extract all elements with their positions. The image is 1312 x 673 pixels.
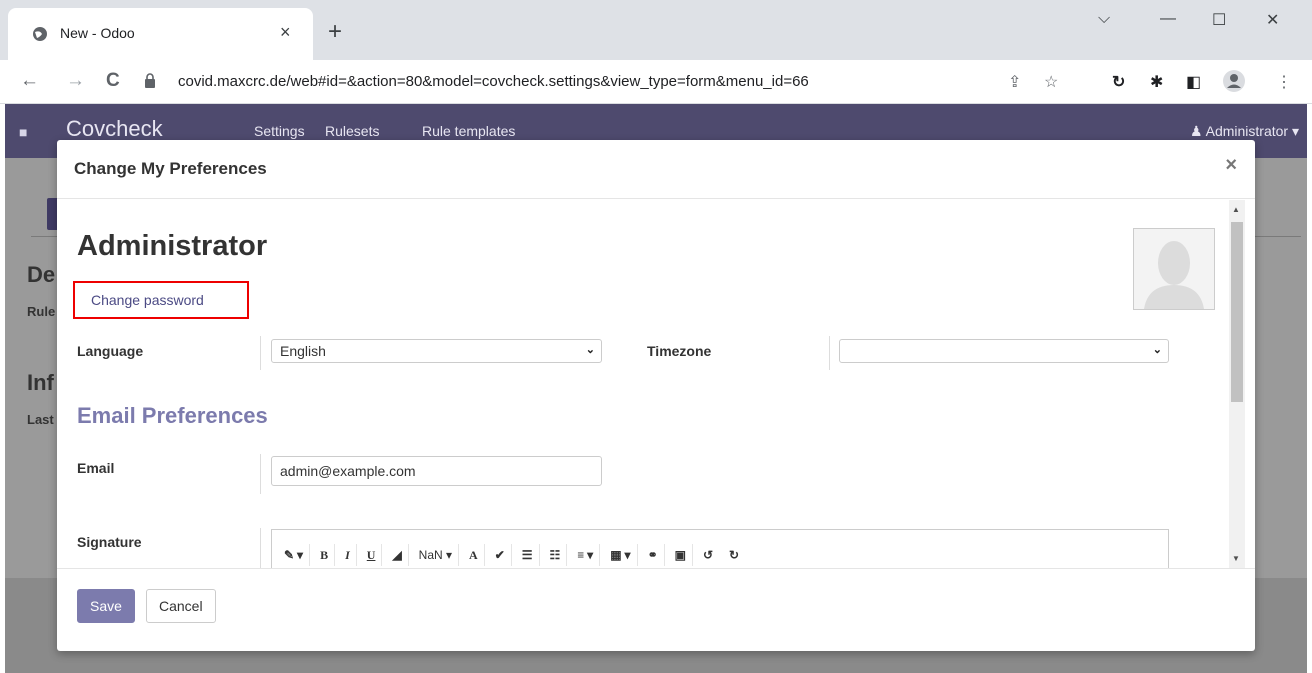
separator — [829, 336, 830, 370]
close-icon[interactable]: × — [1225, 154, 1237, 177]
language-value: English — [280, 343, 326, 359]
browser-toolbar: ← → C covid.maxcrc.de/web#id=&action=80&… — [0, 60, 1312, 104]
style-button[interactable]: ✎ ▾ — [278, 544, 311, 566]
reload-button[interactable]: C — [106, 70, 120, 92]
chevron-down-icon: ⌄ — [1152, 344, 1162, 356]
scroll-up-icon[interactable]: ▲ — [1232, 205, 1240, 214]
share-icon[interactable]: ⇪ — [1008, 72, 1021, 92]
unordered-list-icon[interactable]: ☰ — [516, 544, 540, 566]
globe-icon — [33, 27, 47, 41]
cancel-button[interactable]: Cancel — [146, 589, 216, 623]
undo-icon[interactable]: ↺ — [697, 544, 719, 566]
brush-icon[interactable]: ✔ — [489, 544, 512, 566]
preferences-dialog: Change My Preferences × Administrator Ch… — [57, 140, 1255, 651]
bold-button[interactable]: B — [314, 544, 336, 566]
background-heading: De — [27, 262, 56, 287]
browser-tab[interactable]: New - Odoo × — [8, 8, 313, 60]
signature-editor[interactable]: ✎ ▾ B I U ◢ NaN ▾ A ✔ ☰ ☷ ≡ ▾ ▦ ▾ ⚭ ▣ ↺ … — [271, 529, 1169, 568]
tab-close-icon[interactable]: × — [280, 22, 291, 43]
background-label: Rule — [27, 304, 56, 319]
side-panel-icon[interactable]: ◧ — [1186, 72, 1201, 92]
apps-grid-icon[interactable]: ■ — [19, 124, 27, 140]
align-button[interactable]: ≡ ▾ — [571, 544, 601, 566]
dialog-title: Change My Preferences — [74, 159, 267, 178]
font-size-button[interactable]: NaN ▾ — [413, 544, 460, 566]
font-color-button[interactable]: A — [463, 544, 485, 566]
profile-avatar-icon[interactable] — [1223, 70, 1245, 92]
scrollbar-thumb[interactable] — [1231, 222, 1243, 402]
table-button[interactable]: ▦ ▾ — [604, 544, 638, 566]
browser-menu-icon[interactable]: ⋮ — [1276, 72, 1292, 92]
email-preferences-heading: Email Preferences — [77, 403, 268, 428]
app-brand[interactable]: Covcheck — [66, 116, 163, 142]
close-window-button[interactable]: ✕ — [1266, 10, 1279, 30]
user-silhouette-icon — [1134, 229, 1214, 309]
email-field[interactable]: admin@example.com — [271, 456, 602, 486]
minimize-button[interactable]: — — [1160, 10, 1176, 28]
separator — [260, 336, 261, 370]
maximize-button[interactable]: ☐ — [1212, 10, 1226, 30]
underline-button[interactable]: U — [361, 544, 383, 566]
italic-button[interactable]: I — [339, 544, 357, 566]
extensions-puzzle-icon[interactable]: ✱ — [1150, 72, 1163, 92]
lock-icon — [145, 73, 155, 88]
bookmark-star-icon[interactable]: ☆ — [1044, 72, 1058, 92]
dialog-header: Change My Preferences × — [57, 140, 1255, 199]
timezone-select[interactable]: ⌄ — [839, 339, 1169, 363]
chevron-down-icon: ⌄ — [585, 344, 595, 356]
menu-settings[interactable]: Settings — [254, 123, 305, 139]
tab-search-icon[interactable]: ⌵ — [1098, 10, 1110, 28]
save-button[interactable]: Save — [77, 589, 135, 623]
user-icon: ♟ — [1189, 123, 1206, 139]
link-icon[interactable]: ⚭ — [642, 544, 665, 566]
email-label: Email — [77, 460, 115, 476]
ordered-list-icon[interactable]: ☷ — [544, 544, 568, 566]
user-name-title: Administrator — [77, 230, 268, 262]
new-tab-button[interactable]: + — [328, 20, 342, 44]
tab-title: New - Odoo — [60, 25, 135, 41]
editor-toolbar: ✎ ▾ B I U ◢ NaN ▾ A ✔ ☰ ☷ ≡ ▾ ▦ ▾ ⚭ ▣ ↺ … — [278, 542, 745, 568]
image-icon[interactable]: ▣ — [669, 544, 693, 566]
menu-rule-templates[interactable]: Rule templates — [422, 123, 515, 139]
scroll-down-icon[interactable]: ▼ — [1232, 554, 1240, 563]
user-name: Administrator — [1205, 123, 1289, 139]
browser-tabstrip: New - Odoo × + ⌵ — ☐ ✕ — [0, 0, 1312, 60]
back-button[interactable]: ← — [20, 70, 39, 92]
forward-button[interactable]: → — [66, 70, 85, 92]
language-select[interactable]: English ⌄ — [271, 339, 602, 363]
email-value: admin@example.com — [280, 463, 416, 479]
timezone-label: Timezone — [647, 343, 712, 359]
dialog-body: Administrator Change password Language E… — [57, 200, 1255, 568]
background-label-2: Last — [27, 412, 54, 427]
avatar[interactable] — [1133, 228, 1215, 310]
separator — [260, 454, 261, 494]
dialog-footer: Save Cancel — [57, 568, 1255, 651]
url-text: covid.maxcrc.de/web#id=&action=80&model=… — [178, 73, 809, 90]
address-bar[interactable]: covid.maxcrc.de/web#id=&action=80&model=… — [144, 67, 1084, 97]
extension-sync-icon[interactable]: ↻ — [1112, 72, 1125, 92]
dialog-scrollbar[interactable]: ▲ ▼ — [1229, 200, 1245, 568]
redo-icon[interactable]: ↻ — [723, 544, 745, 566]
language-label: Language — [77, 343, 144, 359]
separator — [260, 528, 261, 568]
change-password-link[interactable]: Change password — [91, 292, 204, 308]
eraser-icon[interactable]: ◢ — [386, 544, 409, 566]
background-heading-2: Inf — [27, 370, 54, 395]
signature-label: Signature — [77, 534, 142, 550]
menu-rulesets[interactable]: Rulesets — [325, 123, 379, 139]
user-menu[interactable]: ♟ Administrator ▾ — [1190, 123, 1299, 140]
